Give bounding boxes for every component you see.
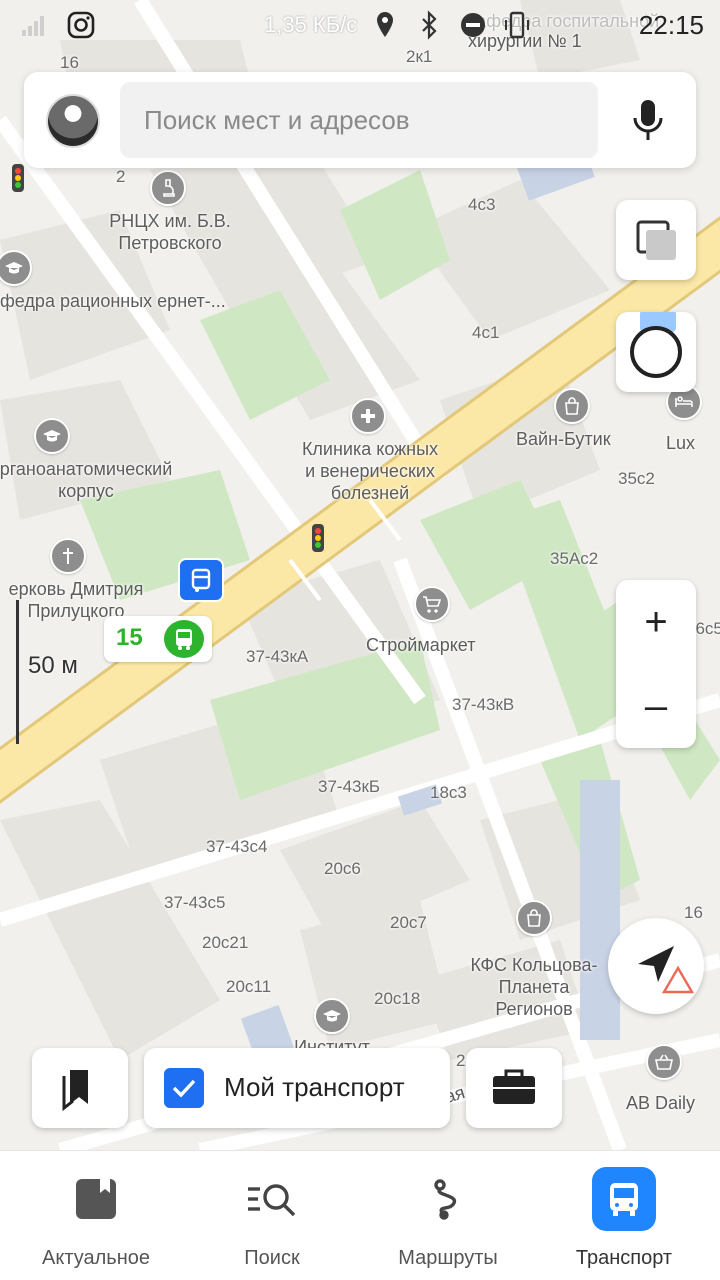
checkbox-checked-icon[interactable] — [164, 1068, 204, 1108]
briefcase-icon — [493, 1069, 535, 1104]
house-number: 35Ас2 — [550, 549, 599, 568]
house-number: 4с3 — [468, 195, 496, 214]
bookmarks-button[interactable] — [32, 1048, 128, 1128]
graduation-cap-icon[interactable] — [314, 998, 350, 1034]
route-icon — [416, 1167, 480, 1231]
microphone-icon[interactable] — [628, 98, 668, 142]
house-number: 37-43кА — [246, 647, 309, 666]
zoom-control: + – — [616, 580, 696, 748]
status-bar: 1,35 КБ/с 22:15 — [0, 0, 720, 50]
avatar[interactable] — [46, 94, 100, 148]
instagram-icon — [67, 11, 95, 39]
traffic-toggle-button[interactable] — [616, 310, 696, 392]
bus-icon — [592, 1167, 656, 1231]
house-number: 20с7 — [390, 913, 427, 932]
clock: 22:15 — [638, 10, 704, 40]
house-number: 35с2 — [618, 469, 655, 488]
poi-label-wine-boutique[interactable]: Вайн-Бутик — [516, 428, 611, 450]
nav-label: Маршруты — [398, 1247, 498, 1269]
house-number: 37-43кВ — [452, 695, 515, 714]
nav-item-routes[interactable]: Маршруты — [358, 1151, 538, 1280]
poi-label-kafedra[interactable]: федра рационных ернет-... — [0, 290, 226, 312]
traffic-light-icon — [630, 310, 682, 378]
nav-label: Актуальное — [42, 1247, 150, 1269]
nav-item-search[interactable]: Поиск — [182, 1151, 362, 1280]
map-layers-button[interactable] — [616, 200, 696, 280]
poi-label-lux[interactable]: Lux — [666, 432, 695, 454]
bottom-navigation: Актуальное Поиск Маршруты Транспорт — [0, 1150, 720, 1280]
nav-label: Транспорт — [575, 1247, 673, 1269]
house-number: 37-43кБ — [318, 777, 381, 796]
poi-label-kfs[interactable]: КФС Кольцова- Планета Регионов — [470, 954, 597, 1020]
bluetooth-icon — [422, 10, 437, 40]
poi-label-rncx[interactable]: РНЦХ им. Б.В. Петровского — [109, 210, 231, 254]
house-number: 16 — [60, 53, 79, 72]
graduation-cap-icon[interactable] — [34, 418, 70, 454]
search-bar — [24, 72, 696, 168]
zoom-in-button[interactable]: + — [616, 580, 696, 664]
vibrate-icon — [505, 11, 529, 39]
my-transport-label: Мой транспорт — [224, 1072, 405, 1102]
briefcase-button[interactable] — [466, 1048, 562, 1128]
poi-label-korpus[interactable]: рганоанатомический корпус — [0, 458, 172, 502]
transit-stop-marker[interactable] — [178, 558, 224, 602]
house-number: 20с21 — [202, 933, 249, 952]
bookmarks-icon — [62, 1070, 88, 1112]
map-scale-label: 50 м — [28, 652, 78, 679]
search-input[interactable] — [120, 82, 598, 158]
network-speed: 1,35 КБ/с — [264, 12, 358, 37]
bookmark-square-icon — [64, 1167, 128, 1231]
house-number: 20с6 — [324, 859, 361, 878]
bus-icon — [162, 618, 206, 660]
nav-item-transport[interactable]: Транспорт — [534, 1151, 714, 1280]
nav-item-actual[interactable]: Актуальное — [6, 1151, 186, 1280]
house-number: 37-43с5 — [164, 893, 226, 912]
poi-label-clinic[interactable]: Клиника кожных и венерических болезней — [302, 438, 438, 504]
house-number: 4с1 — [472, 323, 500, 342]
my-location-button[interactable] — [608, 918, 704, 1014]
house-number: 37-43с4 — [206, 837, 268, 856]
map-scale-bar — [16, 600, 19, 744]
medical-cross-icon[interactable] — [350, 398, 386, 434]
shopping-bag-icon[interactable] — [516, 900, 552, 936]
zoom-out-button[interactable]: – — [616, 664, 696, 748]
house-number: 18с3 — [430, 783, 467, 802]
location-icon — [377, 12, 393, 37]
my-transport-toggle[interactable]: Мой транспорт — [144, 1048, 450, 1128]
house-number: 20с18 — [374, 989, 421, 1008]
house-number: 2 — [116, 167, 126, 186]
signal-icon — [22, 16, 44, 36]
do-not-disturb-icon — [461, 13, 485, 37]
nav-label: Поиск — [244, 1247, 300, 1269]
shopping-bag-icon[interactable] — [554, 388, 590, 424]
route-vehicle-badge[interactable]: 15 — [104, 616, 212, 662]
church-cross-icon[interactable] — [50, 538, 86, 574]
layers-icon — [636, 220, 676, 260]
tram-stop-icon — [191, 568, 211, 592]
basket-icon[interactable] — [646, 1044, 682, 1080]
search-list-icon — [240, 1167, 304, 1231]
navigation-arrow-icon — [638, 946, 695, 994]
route-number: 15 — [116, 624, 143, 651]
poi-label-stroymarket[interactable]: Строймаркет — [366, 634, 475, 656]
microscope-icon[interactable] — [150, 170, 186, 206]
house-number: 20с11 — [226, 977, 272, 996]
shopping-cart-icon[interactable] — [414, 586, 450, 622]
poi-label-ab-daily[interactable]: AB Daily — [626, 1092, 695, 1114]
